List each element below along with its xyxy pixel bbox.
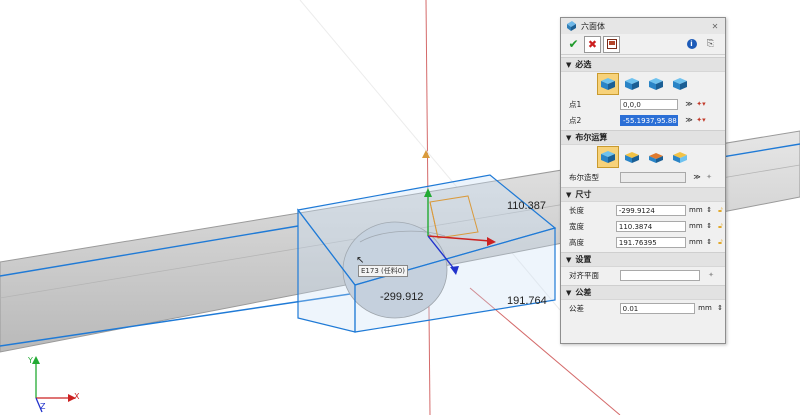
tolerance-label: 公差: [569, 303, 584, 313]
boolean-add-icon: [625, 152, 639, 163]
section-required-header[interactable]: ▼ 必选: [561, 57, 725, 72]
collapse-icon: ▼: [566, 133, 572, 142]
height-label: 高度: [569, 237, 584, 247]
cursor-tooltip: E173 (任料0): [358, 265, 408, 277]
boolean-shape-input[interactable]: [620, 171, 686, 183]
panel-title: 六面体: [581, 21, 605, 31]
confirm-button[interactable]: ✔: [565, 36, 582, 53]
dimension-width[interactable]: 110.387: [507, 200, 546, 212]
boolean-subtract-button[interactable]: [645, 146, 667, 168]
apply-icon: [606, 39, 617, 49]
point1-input[interactable]: 0,0,0: [620, 98, 678, 110]
length-unit: mm: [689, 206, 703, 214]
height-input[interactable]: 191.76395: [615, 236, 687, 248]
point2-input[interactable]: -55.1937,95.8819: [620, 114, 678, 126]
close-icon[interactable]: ✕: [710, 21, 720, 31]
boolean-base-button[interactable]: [597, 146, 619, 168]
shape-type-row: [561, 72, 725, 96]
boolean-intersect-icon: [673, 152, 687, 163]
length-row: 长度 -299.9124 mm ⇕ 🔓︎: [561, 202, 725, 218]
collapse-icon: ▼: [566, 190, 572, 199]
cube-icon: [673, 78, 687, 90]
point2-label: 点2: [569, 115, 582, 125]
boolean-subtract-icon: [649, 153, 663, 163]
pin-icon: ⎘: [706, 39, 715, 49]
triad-x-label: X: [74, 392, 80, 401]
section-settings-label: 设置: [575, 255, 592, 264]
section-size-header[interactable]: ▼ 尺寸: [561, 187, 725, 202]
boolean-type-row: [561, 145, 725, 169]
tolerance-row: 公差 0.01 mm ⇕: [561, 300, 725, 316]
boolean-intersect-button[interactable]: [669, 146, 691, 168]
height-unit: mm: [689, 238, 703, 246]
width-unit: mm: [689, 222, 703, 230]
section-tolerance-header[interactable]: ▼ 公差: [561, 285, 725, 300]
section-tolerance-label: 公差: [575, 288, 592, 297]
action-toolbar: ✔ ✖ i ⎘: [561, 34, 725, 55]
lock-icon[interactable]: 🔓︎: [716, 237, 725, 247]
length-input[interactable]: -299.9124: [615, 204, 687, 216]
length-label: 长度: [569, 205, 584, 215]
panel-titlebar[interactable]: 六面体 ✕: [561, 18, 725, 34]
lock-icon[interactable]: 🔓︎: [716, 205, 725, 215]
tolerance-input[interactable]: 0.01: [619, 302, 696, 314]
dimension-length[interactable]: -299.912: [380, 291, 423, 303]
height-row: 高度 191.76395 mm ⇕ 🔓︎: [561, 234, 725, 250]
section-settings-header[interactable]: ▼ 设置: [561, 252, 725, 267]
boolean-base-icon: [601, 151, 615, 163]
align-plane-row: 对齐平面 ✦: [561, 267, 725, 283]
expand-icon[interactable]: ≫: [692, 172, 702, 182]
align-plane-input[interactable]: [620, 269, 700, 281]
align-plane-label: 对齐平面: [569, 270, 599, 280]
stepper-icon[interactable]: ⇕: [705, 237, 714, 247]
width-label: 宽度: [569, 221, 584, 231]
collapse-icon: ▼: [566, 288, 572, 297]
width-row: 宽度 110.3874 mm ⇕ 🔓︎: [561, 218, 725, 234]
boolean-add-button[interactable]: [621, 146, 643, 168]
box-type-edge-button[interactable]: [669, 73, 691, 95]
point1-label: 点1: [569, 99, 582, 109]
stepper-icon[interactable]: ⇕: [705, 205, 714, 215]
expand-icon[interactable]: ≫: [684, 115, 694, 125]
triad-y-label: Y: [28, 356, 33, 365]
width-input[interactable]: 110.3874: [615, 220, 687, 232]
point1-row: 点1 0,0,0 ≫ ✦▾: [561, 96, 725, 112]
point2-row: 点2 -55.1937,95.8819 ≫ ✦▾: [561, 112, 725, 128]
apply-button[interactable]: [603, 35, 620, 53]
stepper-icon[interactable]: ⇕: [715, 303, 725, 313]
info-icon: i: [686, 39, 697, 49]
point-pick-icon[interactable]: ✦▾: [696, 99, 706, 109]
dimension-height[interactable]: 191.764: [507, 295, 547, 307]
point-pick-icon[interactable]: ✦▾: [696, 115, 706, 125]
cube-icon: [625, 78, 639, 90]
cursor-icon: ↖: [356, 255, 365, 266]
cube-icon: [649, 78, 663, 90]
section-size-label: 尺寸: [575, 190, 592, 199]
cancel-button[interactable]: ✖: [584, 35, 601, 53]
expand-icon[interactable]: ≫: [684, 99, 694, 109]
triad-z-label: Z: [40, 402, 46, 411]
cube-icon: [567, 21, 576, 31]
cube-icon: [601, 78, 615, 90]
boolean-shape-label: 布尔造型: [569, 172, 599, 182]
box-type-face-button[interactable]: [645, 73, 667, 95]
plane-pick-icon[interactable]: ✦: [706, 270, 716, 280]
box-type-corner-button[interactable]: [597, 73, 619, 95]
boolean-shape-row: 布尔造型 ≫ ✦: [561, 169, 725, 185]
shape-pick-icon[interactable]: ✦: [704, 172, 714, 182]
collapse-icon: ▼: [566, 60, 572, 69]
check-icon: ✔: [568, 37, 579, 51]
stepper-icon[interactable]: ⇕: [705, 221, 714, 231]
hexahedron-panel: 六面体 ✕ ✔ ✖ i ⎘ ▼ 必选 点1 0,0,0 ≫ ✦▾ 点2 -55.1…: [560, 17, 726, 344]
box-type-center-button[interactable]: [621, 73, 643, 95]
pin-button[interactable]: ⎘: [702, 36, 719, 53]
cross-icon: ✖: [587, 37, 598, 51]
section-boolean-header[interactable]: ▼ 布尔运算: [561, 130, 725, 145]
info-button[interactable]: i: [683, 36, 700, 53]
section-boolean-label: 布尔运算: [575, 133, 608, 142]
tolerance-unit: mm: [698, 304, 712, 312]
collapse-icon: ▼: [566, 255, 572, 264]
lock-icon[interactable]: 🔓︎: [716, 221, 725, 231]
section-required-label: 必选: [575, 60, 592, 69]
